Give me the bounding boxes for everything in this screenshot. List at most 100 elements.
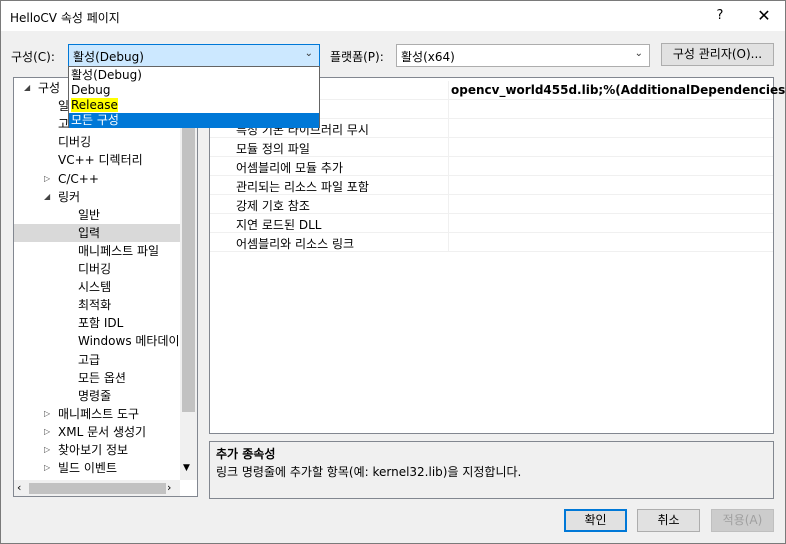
tree-item[interactable]: 명령줄 [14, 387, 180, 405]
dropdown-option-label: 활성(Debug) [71, 68, 142, 82]
property-value[interactable] [448, 119, 773, 138]
property-pages-dialog: HelloCV 속성 페이지 ? ✕ 구성(C): 활성(Debug) ⌄ 플랫… [0, 0, 786, 544]
tree-item-label: 포함 IDL [78, 316, 124, 330]
property-name: 관리되는 리소스 파일 포함 [236, 180, 369, 194]
property-value[interactable] [448, 195, 773, 214]
tree-horizontal-scrollbar[interactable]: ‹ › [14, 480, 180, 496]
description-title: 추가 종속성 [216, 447, 276, 461]
scroll-thumb[interactable] [29, 483, 166, 494]
tree-item-label: 고급 [78, 353, 101, 367]
close-button[interactable]: ✕ [743, 1, 785, 31]
collapsed-arrow-icon[interactable]: ▷ [44, 170, 50, 188]
property-row[interactable]: 강제 기호 참조 [210, 195, 773, 214]
tree-item[interactable]: ▷ XML 문서 생성기 [14, 423, 180, 441]
title-bar: HelloCV 속성 페이지 ? ✕ [1, 1, 785, 31]
tree-item-label: 시스템 [78, 280, 112, 294]
scroll-left-icon[interactable]: ‹ [17, 481, 21, 494]
tree-item-label: 매니페스트 도구 [58, 407, 140, 421]
tree-item-label: 모든 옵션 [78, 371, 126, 385]
property-row[interactable]: 지연 로드된 DLL [210, 214, 773, 233]
ok-button[interactable]: 확인 [564, 509, 627, 532]
tree-item[interactable]: VC++ 디렉터리 [14, 151, 180, 169]
config-dropdown-list: 활성(Debug) Debug Release 모든 구성 [68, 66, 320, 128]
property-value[interactable] [448, 233, 773, 252]
tree-item[interactable]: 디버깅 [14, 133, 180, 151]
collapsed-arrow-icon[interactable]: ▷ [44, 459, 50, 477]
dropdown-option[interactable]: Release [69, 98, 319, 113]
property-name: 지연 로드된 DLL [236, 218, 322, 232]
platform-combo-value: 활성(x64) [401, 50, 455, 64]
config-combo-value: 활성(Debug) [73, 50, 144, 64]
property-value[interactable] [448, 100, 773, 119]
tree-item[interactable]: 디버깅 [14, 260, 180, 278]
dropdown-option[interactable]: Debug [69, 83, 319, 98]
property-value[interactable] [448, 138, 773, 157]
tree-item[interactable]: 포함 IDL [14, 314, 180, 332]
tree-item-label: 구성 [38, 81, 61, 95]
tree-item-label: 디버깅 [58, 135, 92, 149]
tree-item[interactable]: ◢ 링커 [14, 188, 180, 206]
description-text: 링크 명령줄에 추가할 항목(예: kernel32.lib)을 지정합니다. [216, 465, 522, 479]
property-value[interactable] [448, 176, 773, 195]
tree-item-label: VC++ 디렉터리 [58, 153, 143, 167]
cancel-button[interactable]: 취소 [637, 509, 700, 532]
property-value[interactable]: opencv_world455d.lib;%(AdditionalDepende… [448, 81, 786, 100]
tree-item-label: Windows 메타데이 [78, 334, 180, 348]
expanded-arrow-icon[interactable]: ◢ [24, 79, 30, 97]
apply-button[interactable]: 적용(A) [711, 509, 774, 532]
tree-item[interactable]: ▷ 빌드 이벤트 [14, 459, 180, 477]
tree-item-label: 일반 [78, 208, 101, 222]
property-name: 모듈 정의 파일 [236, 142, 310, 156]
tree-item[interactable]: 일반 [14, 206, 180, 224]
tree-item-label: 디버깅 [78, 262, 112, 276]
collapsed-arrow-icon[interactable]: ▷ [44, 441, 50, 459]
property-tree: ◢ 구성 일 고 디버깅 VC++ 디렉터리 ▷ C/C++ ◢ 링커 일반 입력 매니페스트 파일 디버… [13, 77, 198, 497]
tree-item-label: 입력 [78, 226, 101, 240]
tree-item-label: XML 문서 생성기 [58, 425, 147, 439]
tree-item-label: 링커 [58, 190, 81, 204]
property-row[interactable]: 어셈블리와 리소스 링크 [210, 233, 773, 252]
dropdown-option-label: 모든 구성 [71, 113, 119, 127]
tree-item[interactable]: ▷ 찾아보기 정보 [14, 441, 180, 459]
property-value[interactable] [448, 214, 773, 233]
dropdown-option[interactable]: 모든 구성 [69, 113, 319, 128]
tree-vertical-scrollbar[interactable]: ▲ ▼ [180, 78, 197, 480]
config-combo[interactable]: 활성(Debug) ⌄ [68, 44, 320, 67]
config-manager-button[interactable]: 구성 관리자(O)... [661, 43, 774, 66]
tree-item[interactable]: 입력 [14, 224, 180, 242]
tree-item[interactable]: ▷ 매니페스트 도구 [14, 405, 180, 423]
tree-item-label: 매니페스트 파일 [78, 244, 160, 258]
property-row[interactable]: 모듈 정의 파일 [210, 138, 773, 157]
window-title: HelloCV 속성 페이지 [10, 11, 120, 25]
dropdown-option[interactable]: 활성(Debug) [69, 68, 319, 83]
tree-item-label: C/C++ [58, 172, 99, 186]
config-label: 구성(C): [11, 50, 55, 64]
tree-item[interactable]: 최적화 [14, 296, 180, 314]
property-value[interactable] [448, 157, 773, 176]
tree-item[interactable]: 모든 옵션 [14, 369, 180, 387]
collapsed-arrow-icon[interactable]: ▷ [44, 423, 50, 441]
property-name: 강제 기호 참조 [236, 199, 310, 213]
scroll-thumb[interactable] [182, 92, 195, 412]
scroll-down-icon[interactable]: ▼ [183, 463, 190, 473]
tree-item-label: 찾아보기 정보 [58, 443, 129, 457]
property-grid: opencv_world455d.lib;%(AdditionalDepende… [209, 77, 786, 434]
property-row[interactable]: 어셈블리에 모듈 추가 [210, 157, 773, 176]
tree-item-label: 최적화 [78, 298, 112, 312]
property-name: 어셈블리에 모듈 추가 [236, 161, 343, 175]
tree-item[interactable]: 고급 [14, 351, 180, 369]
chevron-down-icon: ⌄ [304, 48, 313, 59]
chevron-down-icon: ⌄ [634, 48, 643, 59]
help-button[interactable]: ? [705, 1, 735, 31]
tree-item[interactable]: 매니페스트 파일 [14, 242, 180, 260]
tree-item[interactable]: 시스템 [14, 278, 180, 296]
collapsed-arrow-icon[interactable]: ▷ [44, 405, 50, 423]
expanded-arrow-icon[interactable]: ◢ [44, 188, 50, 206]
tree-item[interactable]: ▷ C/C++ [14, 170, 180, 188]
platform-combo[interactable]: 활성(x64) ⌄ [396, 44, 650, 67]
property-name: 어셈블리와 리소스 링크 [236, 237, 355, 251]
property-row[interactable]: 관리되는 리소스 파일 포함 [210, 176, 773, 195]
platform-label: 플랫폼(P): [330, 50, 384, 64]
tree-item[interactable]: Windows 메타데이 [14, 332, 180, 350]
scroll-right-icon[interactable]: › [167, 481, 171, 494]
